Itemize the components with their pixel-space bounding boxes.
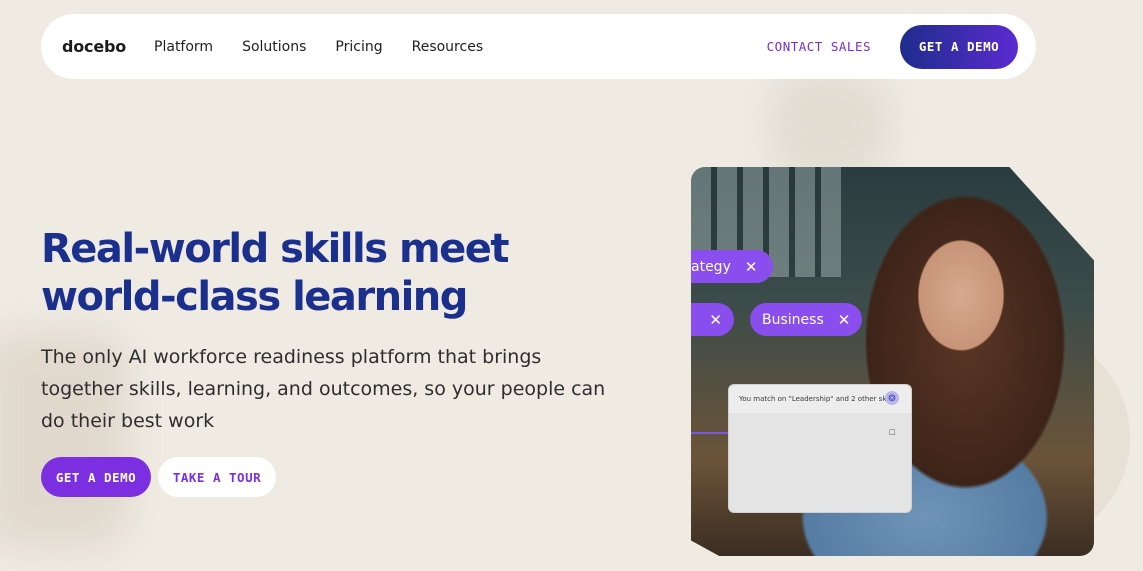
- nav-link-pricing[interactable]: Pricing: [335, 39, 382, 55]
- skill-chip-cropped[interactable]: ✕: [691, 303, 734, 336]
- skill-chip-business[interactable]: Business ✕: [750, 303, 862, 336]
- nav-link-solutions[interactable]: Solutions: [242, 39, 306, 55]
- skill-match-card: You match on "Leadership" and 2 other sk…: [728, 384, 912, 513]
- headline-line-2: world-class learning: [41, 274, 468, 320]
- nav-link-resources[interactable]: Resources: [412, 39, 484, 55]
- hero-headline: Real-world skills meet world-class learn…: [41, 225, 641, 321]
- nav-link-platform[interactable]: Platform: [154, 39, 213, 55]
- close-icon[interactable]: ✕: [709, 311, 722, 329]
- top-navigation: docebo Platform Solutions Pricing Resour…: [41, 14, 1036, 79]
- nav-get-demo-button[interactable]: GET A DEMO: [900, 24, 1018, 69]
- hero-take-tour-button[interactable]: TAKE A TOUR: [158, 457, 276, 497]
- skill-chip-strategy-label: ategy: [691, 258, 731, 275]
- skill-chip-business-label: Business: [762, 311, 824, 328]
- close-icon[interactable]: ✕: [838, 311, 851, 329]
- bookmark-icon[interactable]: □: [890, 427, 895, 437]
- connector-line: [691, 432, 728, 434]
- hero-get-demo-button[interactable]: GET A DEMO: [41, 457, 151, 497]
- background-blur-top: [770, 70, 890, 180]
- contact-sales-link[interactable]: CONTACT SALES: [767, 39, 871, 54]
- headline-line-1: Real-world skills meet: [41, 226, 510, 272]
- skill-chip-strategy[interactable]: ategy ✕: [691, 250, 773, 283]
- docebo-logo[interactable]: docebo: [62, 37, 126, 56]
- skill-match-text: You match on "Leadership" and 2 other sk…: [739, 395, 896, 403]
- hero-subtitle: The only AI workforce readiness platform…: [41, 346, 606, 432]
- ai-sparkle-icon: ❂: [885, 391, 899, 405]
- skill-match-header: You match on "Leadership" and 2 other sk…: [729, 385, 911, 413]
- close-icon[interactable]: ✕: [745, 258, 758, 276]
